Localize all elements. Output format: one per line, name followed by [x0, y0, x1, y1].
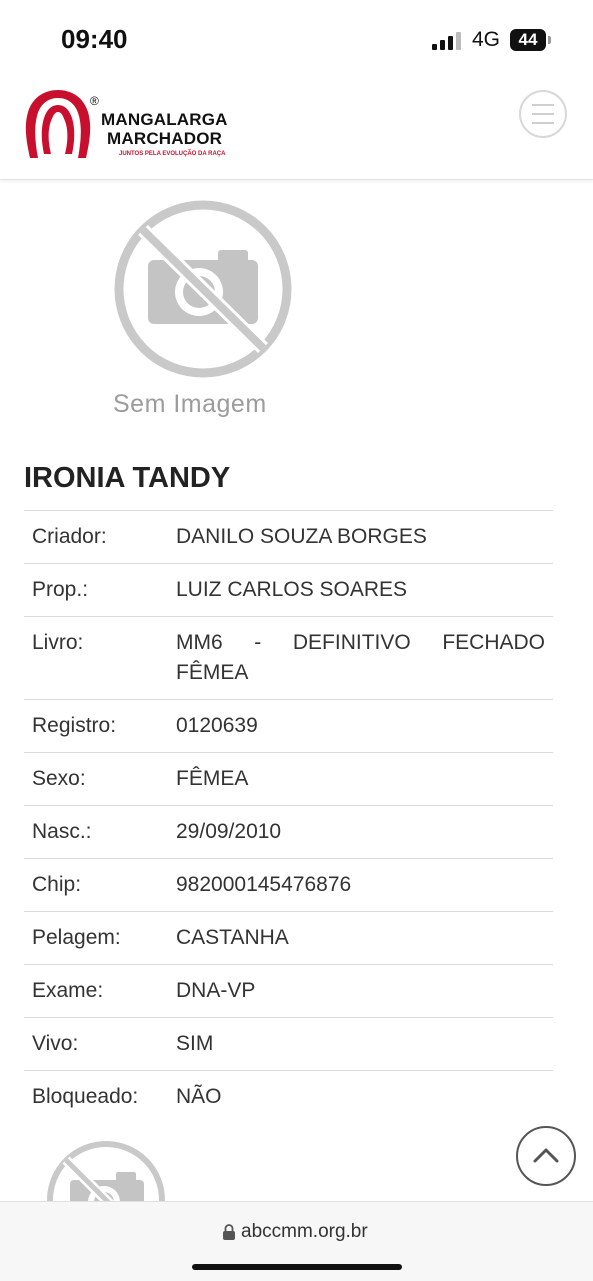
brand-name-line1: MANGALARGA: [101, 110, 228, 129]
table-row: Registro: 0120639: [24, 699, 553, 753]
battery-icon: 44: [510, 29, 546, 51]
table-row: Livro: MM6 - DEFINITIVO FECHADO FÊMEA: [24, 616, 553, 700]
hamburger-icon-bar: [532, 113, 554, 115]
chevron-up-icon: [533, 1148, 559, 1163]
table-row: Prop.: LUIZ CARLOS SOARES: [24, 563, 553, 617]
detail-label: Exame:: [24, 964, 168, 1018]
detail-label: Nasc.:: [24, 805, 168, 859]
detail-value: DANILO SOUZA BORGES: [168, 510, 553, 564]
detail-value: DNA-VP: [168, 964, 553, 1018]
table-row: Pelagem: CASTANHA: [24, 911, 553, 965]
detail-value: CASTANHA: [168, 911, 553, 965]
detail-label: Chip:: [24, 858, 168, 912]
detail-label: Pelagem:: [24, 911, 168, 965]
table-row: Nasc.: 29/09/2010: [24, 805, 553, 859]
detail-value: 982000145476876: [168, 858, 553, 912]
network-type: 4G: [472, 28, 501, 51]
detail-value: 0120639: [168, 699, 553, 753]
table-row: Sexo: FÊMEA: [24, 752, 553, 806]
url-text[interactable]: abccmm.org.br: [241, 1221, 368, 1243]
browser-address-bar[interactable]: abccmm.org.br: [0, 1201, 593, 1281]
table-row: Vivo: SIM: [24, 1017, 553, 1071]
detail-label: Vivo:: [24, 1017, 168, 1071]
signal-icon: [432, 32, 461, 50]
battery-tip: [548, 36, 551, 44]
status-time: 09:40: [61, 24, 128, 54]
detail-value: 29/09/2010: [168, 805, 553, 859]
table-row: Criador: DANILO SOUZA BORGES: [24, 510, 553, 564]
status-bar: 09:40 4G 44: [0, 0, 593, 80]
animal-details-table: Criador: DANILO SOUZA BORGES Prop.: LUIZ…: [24, 510, 553, 1123]
brand-name-line2: MARCHADOR: [107, 129, 223, 148]
table-row: Bloqueado: NÃO: [24, 1070, 553, 1123]
detail-label: Criador:: [24, 510, 168, 564]
hamburger-icon-bar: [532, 122, 554, 124]
site-header: ® MANGALARGA MARCHADOR JUNTOS PELA EVOLU…: [0, 80, 593, 180]
horseshoe-logo-icon[interactable]: [24, 88, 92, 164]
menu-button[interactable]: [519, 90, 567, 138]
detail-value: SIM: [168, 1017, 553, 1071]
registered-mark: ®: [90, 94, 99, 108]
home-indicator[interactable]: [192, 1264, 402, 1270]
detail-label: Livro:: [24, 616, 168, 700]
scroll-to-top-button[interactable]: [516, 1126, 576, 1186]
table-row: Exame: DNA-VP: [24, 964, 553, 1018]
brand-tagline: JUNTOS PELA EVOLUÇÃO DA RAÇA: [119, 151, 226, 157]
animal-name: IRONIA TANDY: [24, 462, 231, 494]
detail-label: Bloqueado:: [24, 1070, 168, 1123]
no-image-label: Sem Imagem: [113, 390, 267, 418]
detail-label: Registro:: [24, 699, 168, 753]
detail-value: FÊMEA: [168, 752, 553, 806]
hamburger-icon: [532, 104, 554, 106]
detail-value: LUIZ CARLOS SOARES: [168, 563, 553, 617]
detail-label: Prop.:: [24, 563, 168, 617]
lock-icon: [223, 1224, 235, 1240]
table-row: Chip: 982000145476876: [24, 858, 553, 912]
detail-label: Sexo:: [24, 752, 168, 806]
detail-value: NÃO: [168, 1070, 553, 1123]
detail-value: MM6 - DEFINITIVO FECHADO FÊMEA: [168, 616, 553, 700]
